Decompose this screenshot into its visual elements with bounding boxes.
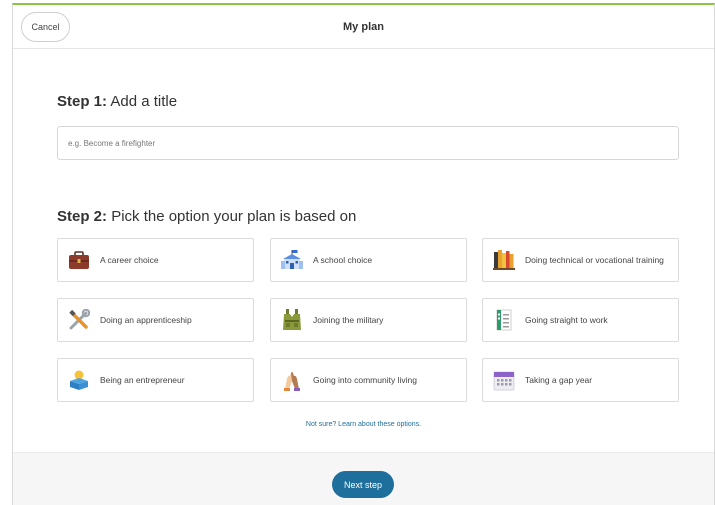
plan-modal: My plan Cancel Step 1: Add a title Step …	[12, 3, 715, 505]
option-military[interactable]: Joining the military	[270, 298, 467, 342]
option-career-choice[interactable]: A career choice	[57, 238, 254, 282]
option-gap-year[interactable]: Taking a gap year	[482, 358, 679, 402]
option-technical-training[interactable]: Doing technical or vocational training	[482, 238, 679, 282]
option-label: Being an entrepreneur	[100, 374, 185, 385]
option-label: A career choice	[100, 254, 159, 265]
step-1-heading: Step 1: Add a title	[57, 93, 177, 110]
books-icon	[493, 249, 515, 271]
calendar-icon	[493, 369, 515, 391]
step-2-heading: Step 2: Pick the option your plan is bas…	[57, 208, 356, 225]
option-school-choice[interactable]: A school choice	[270, 238, 467, 282]
cancel-button[interactable]: Cancel	[21, 12, 70, 42]
option-label: Going into community living	[313, 374, 417, 385]
option-apprenticeship[interactable]: Doing an apprenticeship	[57, 298, 254, 342]
lightbulb-box-icon	[68, 369, 90, 391]
option-entrepreneur[interactable]: Being an entrepreneur	[57, 358, 254, 402]
page-title: My plan	[343, 21, 384, 33]
option-label: Going straight to work	[525, 314, 608, 325]
tools-icon	[68, 309, 90, 331]
modal-header: My plan Cancel	[13, 5, 714, 49]
checklist-icon	[493, 309, 515, 331]
next-step-button[interactable]: Next step	[332, 471, 394, 498]
military-vest-icon	[281, 309, 303, 331]
step-2-text: Pick the option your plan is based on	[111, 208, 357, 225]
learn-options-link[interactable]: Not sure? Learn about these options.	[13, 421, 714, 428]
briefcase-icon	[68, 249, 90, 271]
high-five-icon	[281, 369, 303, 391]
step-1-prefix: Step 1:	[57, 93, 108, 110]
step-1-text: Add a title	[110, 93, 178, 110]
option-label: Joining the military	[313, 314, 384, 325]
school-icon	[281, 249, 303, 271]
option-label: Doing technical or vocational training	[525, 254, 664, 265]
plan-title-input[interactable]	[57, 126, 679, 160]
modal-footer: Next step	[13, 452, 714, 505]
option-label: Taking a gap year	[525, 374, 593, 385]
option-straight-to-work[interactable]: Going straight to work	[482, 298, 679, 342]
step-2-prefix: Step 2:	[57, 208, 108, 225]
option-label: A school choice	[313, 254, 373, 265]
option-community-living[interactable]: Going into community living	[270, 358, 467, 402]
option-label: Doing an apprenticeship	[100, 314, 192, 325]
